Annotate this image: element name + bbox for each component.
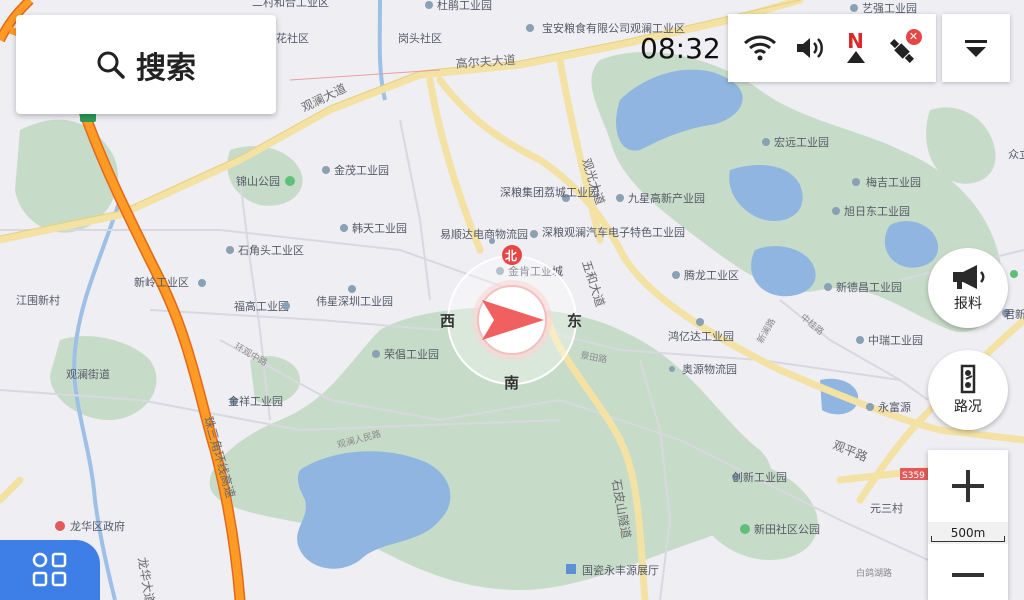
plus-icon [952,470,984,502]
north-label: N [847,29,864,53]
poi-label: 梅吉工业园 [866,175,921,189]
report-label: 报料 [954,296,982,312]
poi-label: 九星高新产业园 [628,191,705,205]
poi-label: 江围新村 [16,293,60,307]
status-panel: N ✕ [728,14,936,82]
clock: 08:32 [640,32,721,65]
poi-label: 新田社区公园 [754,522,820,536]
poi-label: 荣倡工业园 [384,348,439,361]
poi-label: 奥源物流园 [682,362,737,376]
poi-label: 元三村 [870,501,903,515]
s359-badge: S359 [900,468,928,481]
search-label: 搜索 [136,50,196,86]
poi-label: 中瑞工业园 [868,333,923,347]
poi-label: 永富源 [878,400,911,414]
dropdown-button[interactable] [942,14,1010,82]
traffic-label: 路况 [954,399,982,415]
zoom-control: 500m [928,450,1008,600]
poi-label: 深粮观澜汽车电子特色工业园 [542,225,685,239]
poi-label: 石角头工业区 [238,244,304,257]
minus-icon [952,573,984,577]
poi-label: 岗头社区 [398,31,442,45]
poi-label: 易顺达电商物流园 [440,227,528,241]
menu-button[interactable] [0,540,100,600]
report-button[interactable]: 报料 [928,248,1008,328]
poi-label: 二村和合工业区 [252,0,329,9]
poi-label: 宏远工业园 [774,135,829,149]
poi-label: 龙华区政府 [70,519,125,533]
poi-label: 旭日东工业园 [844,204,910,218]
poi-label: 花社区 [276,31,309,45]
compass-west: 西 [440,312,455,330]
search-icon [97,51,125,79]
poi-label: 国瓷永丰源展厅 [582,563,659,577]
poi-label: 君新 [1004,307,1024,321]
poi-label: 福高工业园 [234,299,289,313]
compass-east: 东 [567,312,582,330]
poi-label: 金祥工业园 [228,394,283,408]
poi-label: 众立 [1008,147,1024,161]
wifi-icon [743,35,776,61]
poi-label: 杜鹃工业园 [437,0,492,12]
poi-label: 伟星深圳工业园 [316,295,393,308]
search-button[interactable]: 搜索 [16,15,276,114]
zoom-in-button[interactable] [928,450,1008,522]
gps-off-icon: ✕ [886,29,922,65]
poi-label: 锦山公园 [236,174,280,188]
poi-label: 观澜街道 [66,367,110,381]
compass-north: 北 [505,248,517,263]
road-label-baihu: 白鸽湖路 [856,567,892,579]
volume-icon[interactable] [794,34,826,62]
grid-menu-icon [32,552,67,587]
chevron-down-icon [965,40,987,57]
megaphone-icon [953,265,985,289]
poi-label: 韩天工业园 [352,221,407,235]
poi-label: 新德昌工业园 [836,280,902,294]
traffic-button[interactable]: 路况 [928,350,1008,430]
poi-label: 腾龙工业区 [684,268,739,282]
poi-label: 创新工业园 [732,470,787,484]
poi-label: 金茂工业园 [334,163,389,177]
svg-text:S359: S359 [902,471,925,481]
zoom-out-button[interactable] [928,550,1008,600]
poi-label: 鸿亿达工业园 [668,329,734,343]
traffic-light-icon [960,364,976,394]
scale-bar: 500m [928,522,1008,544]
north-up-icon[interactable]: N [843,31,869,65]
compass-south: 南 [504,374,519,392]
poi-label: 新岭工业区 [134,275,189,289]
poi-label: 深粮集团荔城工业园 [500,185,599,199]
